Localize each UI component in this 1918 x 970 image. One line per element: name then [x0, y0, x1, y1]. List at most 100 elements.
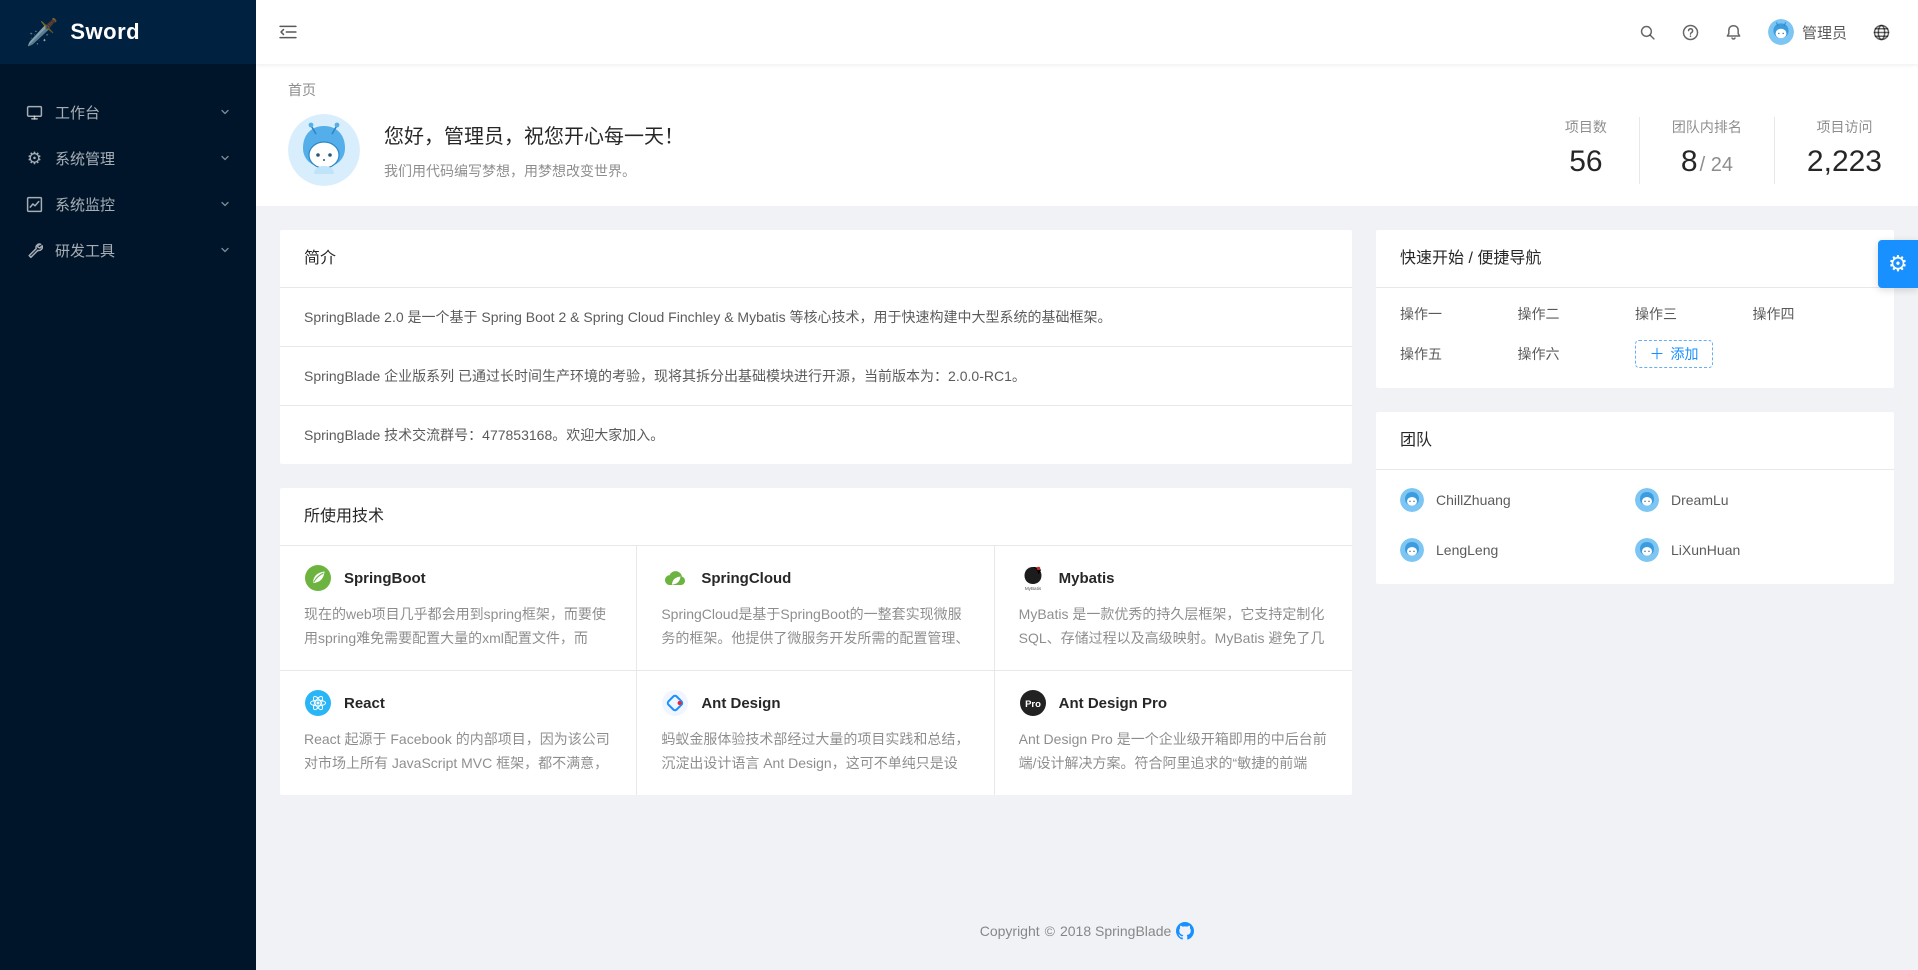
- sidebar: 🗡️ Sword 工作台 ⚙ 系统管理 系统监控 研发工具: [0, 0, 256, 970]
- tech-name: React: [344, 695, 385, 712]
- member-name: DreamLu: [1671, 492, 1729, 508]
- user-avatar: [1768, 19, 1794, 45]
- stat-value: 2,223: [1807, 145, 1882, 178]
- tech-name: Ant Design Pro: [1059, 695, 1167, 712]
- user-menu[interactable]: 管理员: [1768, 19, 1847, 45]
- tech-grid: SpringBoot 现在的web项目几乎都会用到spring框架，而要使用sp…: [280, 546, 1352, 795]
- welcome-title: 您好，管理员，祝您开心每一天！: [384, 120, 684, 149]
- main-area: 管理员 首页: [256, 0, 1918, 970]
- breadcrumb-home[interactable]: 首页: [288, 82, 316, 98]
- quick-start-card: 快速开始 / 便捷导航 操作一 操作二 操作三 操作四 操作五 操作六 ＋ 添加: [1376, 230, 1894, 388]
- desktop-icon: [26, 104, 43, 121]
- team-card: 团队 ChillZhuang DreamLu: [1376, 412, 1894, 584]
- member-avatar: [1635, 488, 1659, 512]
- team-member-dreamlu[interactable]: DreamLu: [1635, 488, 1870, 512]
- settings-gear-icon: ⚙: [1888, 251, 1908, 277]
- member-name: ChillZhuang: [1436, 492, 1511, 508]
- sidebar-item-system-admin[interactable]: ⚙ 系统管理: [0, 138, 256, 178]
- app-logo[interactable]: 🗡️ Sword: [0, 0, 256, 64]
- footer-copyright-rest: 2018 SpringBlade: [1060, 923, 1171, 939]
- tech-cell-mybatis[interactable]: MyBatis Mybatis MyBatis 是一款优秀的持久层框架，它支持定…: [995, 546, 1352, 671]
- react-icon: [304, 689, 332, 717]
- tech-desc: 现在的web项目几乎都会用到spring框架，而要使用spring难免需要配置大…: [304, 602, 612, 650]
- bell-icon[interactable]: [1725, 24, 1742, 41]
- sidebar-item-dev-tools[interactable]: 研发工具: [0, 230, 256, 270]
- menu-fold-button[interactable]: [256, 0, 320, 64]
- team-member-lengleng[interactable]: LengLeng: [1400, 538, 1635, 562]
- quick-link-6[interactable]: 操作六: [1518, 344, 1636, 364]
- stat-label: 团队内排名: [1672, 117, 1742, 137]
- tech-cell-springcloud[interactable]: SpringCloud SpringCloud是基于SpringBoot的一整套…: [637, 546, 994, 671]
- welcome-avatar: [288, 114, 360, 186]
- breadcrumb: 首页: [288, 80, 1886, 100]
- settings-fab-button[interactable]: ⚙: [1878, 240, 1918, 288]
- tech-card-title: 所使用技术: [280, 488, 1352, 546]
- gear-icon: ⚙: [26, 150, 43, 167]
- help-icon[interactable]: [1682, 24, 1699, 41]
- copyright-icon: ©: [1045, 923, 1055, 939]
- chevron-down-icon: [220, 107, 230, 117]
- stat-label: 项目访问: [1807, 117, 1882, 137]
- member-name: LiXunHuan: [1671, 542, 1740, 558]
- quick-link-2[interactable]: 操作二: [1518, 304, 1636, 324]
- tech-cell-springboot[interactable]: SpringBoot 现在的web项目几乎都会用到spring框架，而要使用sp…: [280, 546, 637, 671]
- sidebar-item-label: 系统管理: [55, 148, 220, 169]
- language-globe-icon[interactable]: [1873, 24, 1890, 41]
- team-member-lixunhuan[interactable]: LiXunHuan: [1635, 538, 1870, 562]
- stat-projects: 项目数 56: [1533, 117, 1639, 184]
- sidebar-item-workbench[interactable]: 工作台: [0, 92, 256, 132]
- member-name: LengLeng: [1436, 542, 1498, 558]
- quick-link-1[interactable]: 操作一: [1400, 304, 1518, 324]
- tech-cell-antdesignpro[interactable]: Pro Ant Design Pro Ant Design Pro 是一个企业级…: [995, 671, 1352, 795]
- team-card-title: 团队: [1376, 412, 1894, 470]
- stat-suffix: / 24: [1700, 154, 1733, 176]
- antdesignpro-icon: Pro: [1019, 689, 1047, 717]
- stat-team-rank: 团队内排名 8/ 24: [1639, 117, 1774, 184]
- search-icon[interactable]: [1639, 24, 1656, 41]
- user-name: 管理员: [1802, 22, 1847, 43]
- intro-item: SpringBlade 技术交流群号：477853168。欢迎大家加入。: [280, 406, 1352, 464]
- tech-name: SpringCloud: [701, 570, 791, 587]
- quick-links: 操作一 操作二 操作三 操作四 操作五 操作六 ＋ 添加: [1376, 288, 1894, 388]
- stat-value: 56: [1569, 145, 1602, 178]
- intro-card: 简介 SpringBlade 2.0 是一个基于 Spring Boot 2 &…: [280, 230, 1352, 464]
- intro-card-title: 简介: [280, 230, 1352, 288]
- member-avatar: [1400, 488, 1424, 512]
- quick-link-5[interactable]: 操作五: [1400, 344, 1518, 364]
- tech-name: Ant Design: [701, 695, 780, 712]
- antdesign-icon: [661, 689, 689, 717]
- tech-cell-antdesign[interactable]: Ant Design 蚂蚁金服体验技术部经过大量的项目实践和总结，沉淀出设计语言…: [637, 671, 994, 795]
- content: 简介 SpringBlade 2.0 是一个基于 Spring Boot 2 &…: [256, 206, 1918, 795]
- svg-text:MyBatis: MyBatis: [1024, 586, 1041, 591]
- svg-text:Pro: Pro: [1025, 699, 1041, 710]
- chevron-down-icon: [220, 199, 230, 209]
- team-member-chillzhuang[interactable]: ChillZhuang: [1400, 488, 1635, 512]
- top-bar: 管理员: [256, 0, 1918, 64]
- plus-icon: ＋: [1649, 347, 1664, 362]
- tools-icon: [26, 242, 43, 259]
- footer-copyright-word: Copyright: [980, 923, 1040, 939]
- chevron-down-icon: [220, 153, 230, 163]
- team-list: ChillZhuang DreamLu Leng: [1376, 470, 1894, 584]
- tech-name: Mybatis: [1059, 570, 1115, 587]
- intro-item: SpringBlade 2.0 是一个基于 Spring Boot 2 & Sp…: [280, 288, 1352, 347]
- tech-desc: Ant Design Pro 是一个企业级开箱即用的中后台前端/设计解决方案。符…: [1019, 727, 1328, 775]
- tech-cell-react[interactable]: React React 起源于 Facebook 的内部项目，因为该公司对市场上…: [280, 671, 637, 795]
- member-avatar: [1400, 538, 1424, 562]
- sidebar-menu: 工作台 ⚙ 系统管理 系统监控 研发工具: [0, 64, 256, 270]
- mybatis-icon: MyBatis: [1019, 564, 1047, 592]
- monitor-chart-icon: [26, 196, 43, 213]
- github-icon[interactable]: [1176, 922, 1194, 940]
- quick-link-4[interactable]: 操作四: [1753, 304, 1871, 324]
- sidebar-item-label: 工作台: [55, 102, 220, 123]
- sidebar-item-system-monitor[interactable]: 系统监控: [0, 184, 256, 224]
- tech-desc: SpringCloud是基于SpringBoot的一整套实现微服务的框架。他提供…: [661, 602, 969, 650]
- stat-value: 8: [1681, 145, 1698, 178]
- stat-label: 项目数: [1565, 117, 1607, 137]
- page-scroll: 首页 您好，管理员，祝您开心每一天！: [256, 64, 1918, 970]
- add-button[interactable]: ＋ 添加: [1635, 340, 1713, 368]
- quick-link-3[interactable]: 操作三: [1635, 304, 1753, 324]
- sidebar-item-label: 研发工具: [55, 240, 220, 261]
- menu-fold-icon: [279, 23, 297, 41]
- quick-start-title: 快速开始 / 便捷导航: [1376, 230, 1894, 288]
